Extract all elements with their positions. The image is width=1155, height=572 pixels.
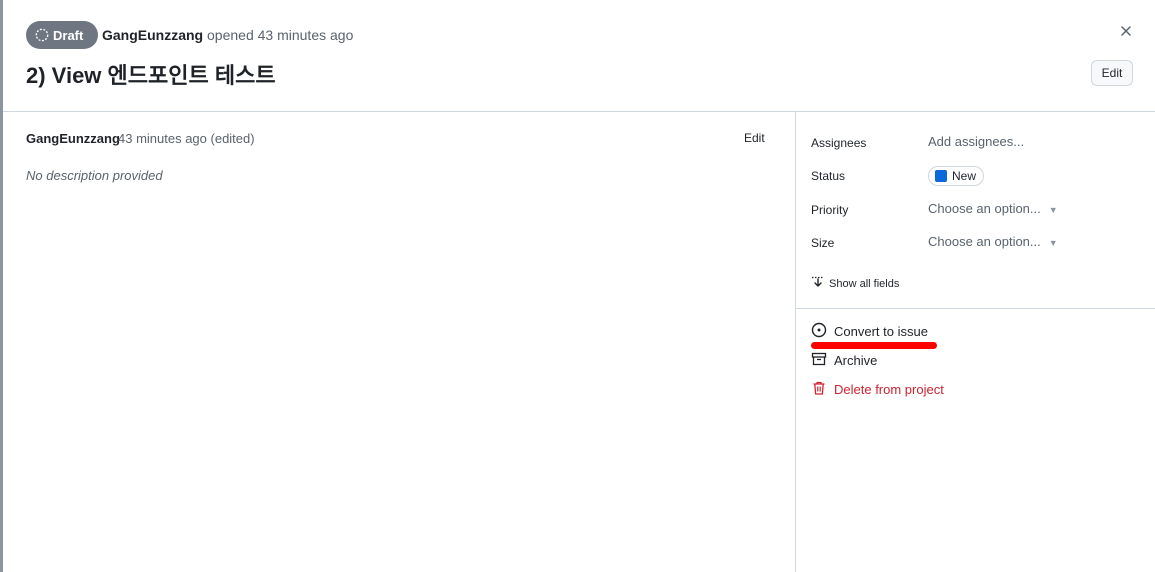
comment-author[interactable]: GangEunzzang — [26, 131, 120, 146]
author-link[interactable]: GangEunzzang — [102, 27, 203, 43]
edit-title-button[interactable]: Edit — [1091, 60, 1133, 86]
status-field[interactable]: New — [928, 166, 985, 186]
comment-time: 43 minutes ago (edited) — [118, 131, 255, 146]
delete-from-project-button[interactable]: Delete from project — [811, 380, 944, 399]
issue-opened-icon — [811, 322, 827, 341]
chevron-down-icon: ▼ — [1048, 204, 1058, 215]
page-title: 2) View 엔드포인트 테스트 — [26, 63, 276, 88]
sidebar-divider — [796, 308, 1155, 309]
comment-body: No description provided — [26, 168, 163, 183]
status-label: Status — [811, 169, 846, 183]
priority-label: Priority — [811, 203, 849, 217]
edit-comment-button[interactable]: Edit — [744, 131, 765, 145]
priority-value: Choose an option... — [928, 201, 1041, 216]
delete-label: Delete from project — [834, 382, 944, 397]
size-value: Choose an option... — [928, 234, 1041, 249]
opened-text: opened 43 minutes ago — [207, 27, 354, 43]
item-header: Draft GangEunzzang opened 43 minutes ago… — [3, 0, 1155, 112]
main-content: GangEunzzang 43 minutes ago (edited) Edi… — [3, 112, 795, 572]
archive-button[interactable]: Archive — [811, 351, 877, 370]
status-new-icon — [935, 170, 947, 182]
close-button[interactable] — [1116, 23, 1136, 43]
status-value: New — [952, 169, 977, 183]
show-all-fields-button[interactable]: Show all fields — [811, 276, 899, 291]
size-label: Size — [811, 236, 835, 250]
size-field[interactable]: Choose an option... ▼ — [928, 234, 1058, 249]
draft-badge: Draft — [26, 21, 98, 49]
trash-icon — [811, 380, 827, 399]
draft-label: Draft — [53, 27, 84, 43]
show-all-label: Show all fields — [829, 277, 900, 290]
priority-field[interactable]: Choose an option... ▼ — [928, 201, 1058, 216]
archive-icon — [811, 351, 827, 370]
archive-label: Archive — [834, 353, 878, 368]
sidebar: Assignees Add assignees... Status New Pr… — [795, 112, 1155, 572]
highlight-underline — [811, 342, 937, 349]
close-icon — [1120, 24, 1132, 42]
expand-down-icon — [811, 276, 825, 291]
assignees-label: Assignees — [811, 136, 867, 150]
convert-to-issue-button[interactable]: Convert to issue — [811, 322, 928, 341]
chevron-down-icon: ▼ — [1048, 237, 1058, 248]
convert-label: Convert to issue — [834, 324, 928, 339]
assignees-field[interactable]: Add assignees... — [928, 134, 1024, 149]
item-meta: GangEunzzang opened 43 minutes ago — [102, 27, 353, 43]
draft-icon — [35, 28, 49, 42]
